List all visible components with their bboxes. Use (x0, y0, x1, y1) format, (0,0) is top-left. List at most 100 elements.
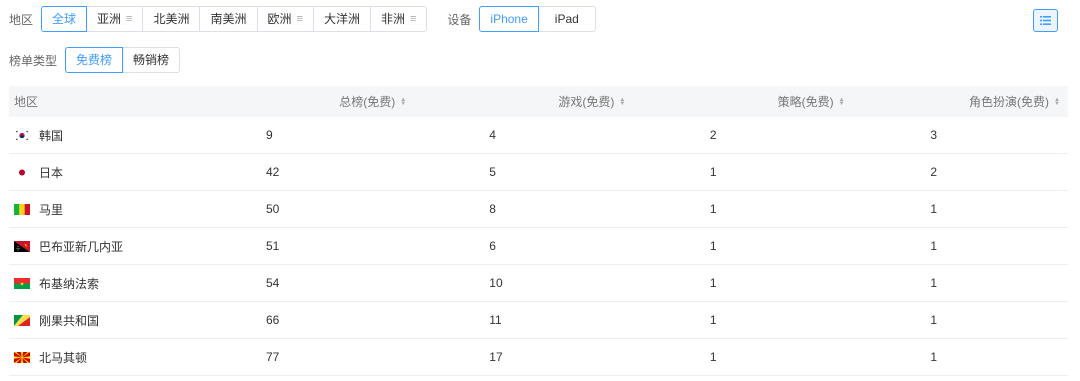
overall-rank-cell: 42 (265, 165, 280, 179)
dropdown-menu-icon: ≡ (296, 13, 303, 25)
region-button-south-america[interactable]: 南美洲 (199, 6, 258, 32)
overall-rank-cell: 9 (265, 128, 273, 142)
region-button-africa[interactable]: 非洲 ≡ (369, 6, 428, 32)
sort-icon[interactable]: ▲ ▼ (838, 97, 845, 107)
region-button-asia[interactable]: 亚洲 ≡ (86, 6, 144, 32)
filter-row-chart-type: 榜单类型 免费榜 畅销榜 (9, 47, 181, 73)
region-button-group: 全球 亚洲 ≡ 北美洲 南美洲 欧洲 ≡ 大洋洲 非洲 ≡ (41, 6, 428, 32)
strategy-rank-cell: 1 (709, 165, 717, 179)
table-row: 布基纳法索 54 10 1 1 (9, 265, 1068, 302)
country-cell: 北马其顿 (9, 349, 186, 366)
header-overall-free[interactable]: 总榜(免费) ▲ ▼ (191, 93, 410, 110)
sort-down-icon: ▼ (838, 100, 845, 107)
rpg-rank-cell: 1 (930, 276, 938, 290)
flag-ml-icon (14, 203, 30, 215)
games-rank-cell: 8 (489, 202, 496, 216)
country-cell: 韩国 (9, 127, 186, 144)
header-label: 策略(免费) (777, 95, 834, 109)
strategy-rank-cell: 1 (709, 276, 717, 290)
flag-pg-icon (14, 240, 30, 252)
sort-icon[interactable]: ▲ ▼ (400, 97, 407, 107)
flag-bf-icon (14, 277, 30, 289)
table-header: 地区 总榜(免费) ▲ ▼ 游戏(免费) ▲ ▼ 策略(免费) ▲ ▼ 角色扮演(免费) ▲ ▼ (9, 86, 1068, 117)
table-row: 韩国 9 4 2 3 (9, 117, 1068, 154)
country-cell: 刚果共和国 (9, 312, 186, 329)
device-label: 设备 (447, 12, 472, 27)
strategy-rank-cell: 1 (709, 350, 717, 364)
overall-rank-cell: 50 (265, 202, 280, 216)
header-games-free[interactable]: 游戏(免费) ▲ ▼ (410, 93, 629, 110)
header-label: 游戏(免费) (558, 95, 615, 109)
overall-rank-cell: 54 (265, 276, 280, 290)
chart-type-button-label: 免费榜 (76, 53, 113, 67)
dropdown-menu-icon: ≡ (409, 13, 417, 25)
header-region: 地区 (9, 93, 191, 110)
list-view-button[interactable] (1033, 9, 1058, 32)
region-button-label: 全球 (52, 12, 77, 26)
table-row: 刚果共和国 66 11 1 1 (9, 302, 1068, 339)
sort-down-icon: ▼ (619, 100, 626, 107)
table-row: 巴布亚新几内亚 51 6 1 1 (9, 228, 1068, 265)
chart-type-button-free[interactable]: 免费榜 (65, 47, 124, 73)
games-rank-cell: 10 (489, 276, 503, 290)
flag-mk-icon (14, 351, 30, 363)
region-button-north-america[interactable]: 北美洲 (142, 6, 201, 32)
strategy-rank-cell: 1 (709, 313, 717, 327)
country-name: 马里 (39, 202, 64, 217)
region-button-label: 北美洲 (153, 12, 190, 26)
rpg-rank-cell: 1 (930, 202, 938, 216)
region-button-label: 非洲 (380, 12, 405, 26)
table-body: 韩国 9 4 2 3 日本 42 5 1 2 马里 50 8 1 1 巴布亚新几… (9, 117, 1068, 376)
country-cell: 巴布亚新几内亚 (9, 238, 186, 255)
games-rank-cell: 11 (489, 313, 502, 327)
header-label: 角色扮演(免费) (969, 95, 1050, 109)
chart-type-button-group: 免费榜 畅销榜 (65, 47, 181, 73)
header-label: 地区 (14, 95, 39, 109)
sort-down-icon: ▼ (400, 100, 407, 107)
rpg-rank-cell: 1 (930, 313, 938, 327)
region-button-label: 大洋洲 (323, 12, 360, 26)
strategy-rank-cell: 1 (709, 239, 717, 253)
flag-cg-icon (14, 314, 30, 326)
sort-down-icon: ▼ (1054, 100, 1060, 107)
chart-type-button-grossing[interactable]: 畅销榜 (122, 47, 181, 73)
strategy-rank-cell: 1 (709, 202, 717, 216)
rpg-rank-cell: 1 (930, 350, 938, 364)
flag-kr-icon (14, 129, 30, 141)
rpg-rank-cell: 2 (930, 165, 938, 179)
region-button-label: 欧洲 (267, 12, 292, 26)
dropdown-menu-icon: ≡ (126, 13, 133, 25)
games-rank-cell: 6 (489, 239, 496, 253)
sort-icon[interactable]: ▲ ▼ (619, 97, 626, 107)
flag-jp-icon (14, 166, 30, 178)
country-name: 日本 (39, 165, 64, 180)
rpg-rank-cell: 3 (930, 128, 938, 142)
device-button-label: iPad (554, 12, 579, 26)
list-icon (1040, 16, 1051, 25)
region-button-europe[interactable]: 欧洲 ≡ (256, 6, 314, 32)
country-name: 巴布亚新几内亚 (39, 239, 124, 254)
header-rpg-free[interactable]: 角色扮演(免费) ▲ ▼ (849, 93, 1068, 110)
ranking-table: 地区 总榜(免费) ▲ ▼ 游戏(免费) ▲ ▼ 策略(免费) ▲ ▼ 角色扮演(免费) ▲ ▼… (9, 86, 1068, 376)
device-button-label: iPhone (490, 12, 528, 26)
region-button-global[interactable]: 全球 (41, 6, 88, 32)
table-row: 日本 42 5 1 2 (9, 154, 1068, 191)
overall-rank-cell: 66 (265, 313, 280, 327)
overall-rank-cell: 51 (265, 239, 280, 253)
country-cell: 日本 (9, 164, 186, 181)
header-strategy-free[interactable]: 策略(免费) ▲ ▼ (629, 93, 848, 110)
device-button-iphone[interactable]: iPhone (479, 6, 539, 32)
country-cell: 布基纳法索 (9, 275, 186, 292)
country-cell: 马里 (9, 201, 186, 218)
sort-icon[interactable]: ▲ ▼ (1054, 97, 1060, 107)
header-label: 总榜(免费) (339, 95, 396, 109)
rpg-rank-cell: 1 (930, 239, 938, 253)
overall-rank-cell: 77 (265, 350, 280, 364)
games-rank-cell: 5 (489, 165, 496, 179)
games-rank-cell: 17 (489, 350, 503, 364)
country-name: 刚果共和国 (39, 313, 100, 328)
device-button-ipad[interactable]: iPad (537, 6, 596, 32)
region-button-oceania[interactable]: 大洋洲 (312, 6, 371, 32)
games-rank-cell: 4 (489, 128, 496, 142)
chart-type-button-label: 畅销榜 (133, 53, 170, 67)
